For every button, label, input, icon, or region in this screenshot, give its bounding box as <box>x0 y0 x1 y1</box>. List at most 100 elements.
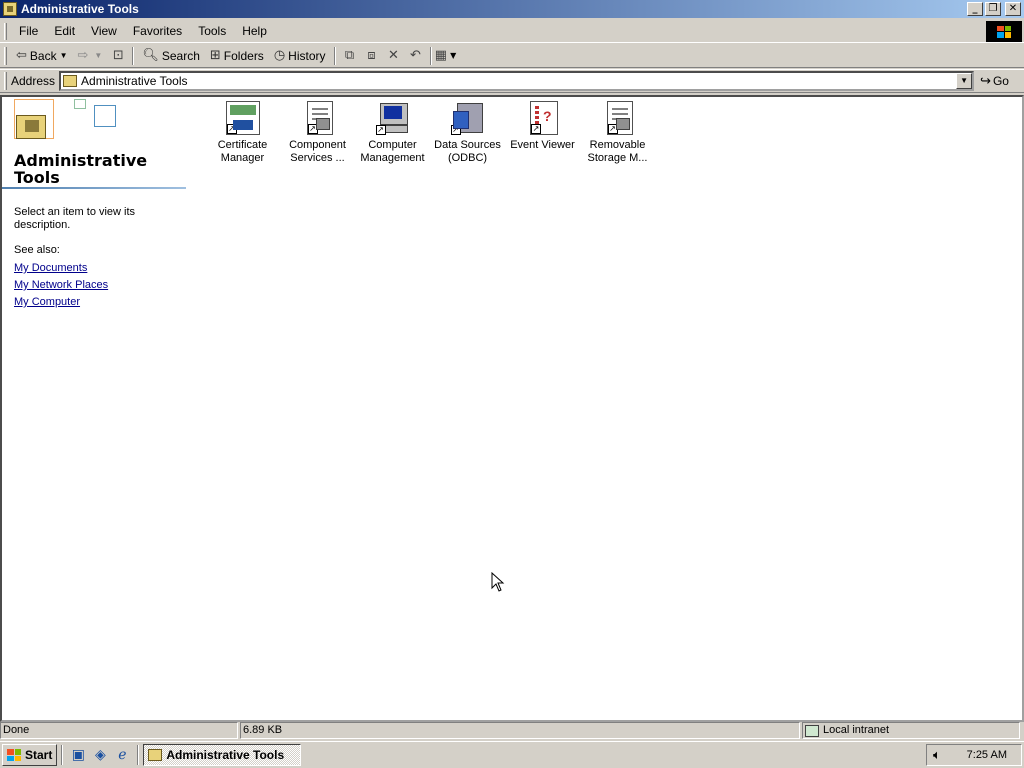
item-label: Component Services ... <box>289 139 346 164</box>
item-label: Data Sources (ODBC) <box>434 139 501 164</box>
menu-tools[interactable]: Tools <box>190 24 234 38</box>
minimize-button[interactable]: _ <box>967 2 983 16</box>
admin-tools-folder-icon <box>16 115 46 139</box>
pane-description: Select an item to view its description. <box>14 206 136 231</box>
address-input[interactable]: Administrative Tools ▼ <box>59 71 975 91</box>
menu-favorites[interactable]: Favorites <box>125 24 190 38</box>
views-dropdown-icon[interactable]: ▼ <box>450 51 456 60</box>
windows-flag-icon <box>7 749 21 761</box>
go-label: Go <box>992 74 1009 88</box>
see-also-links: My Documents My Network Places My Comput… <box>14 260 108 311</box>
toolbar-separator <box>132 46 135 65</box>
search-icon: 🔍︎ <box>142 48 159 63</box>
odbc-icon: ↗ <box>450 101 485 135</box>
pane-title: Administrative Tools <box>14 151 148 187</box>
status-size: 6.89 KB <box>240 722 800 739</box>
move-to-icon[interactable]: ⧉ <box>339 45 361 67</box>
forward-dropdown-icon[interactable]: ▼ <box>94 51 102 60</box>
toolbar-separator <box>333 46 336 65</box>
item-certificate-manager[interactable]: ↗ Certificate Manager <box>205 101 280 165</box>
menu-edit[interactable]: Edit <box>46 24 83 38</box>
address-value: Administrative Tools <box>81 74 188 88</box>
folder-icon <box>148 749 163 761</box>
forward-button[interactable]: ⇨ ▼ <box>73 45 108 67</box>
history-icon: ◷ <box>273 48 286 63</box>
task-button-administrative-tools[interactable]: Administrative Tools <box>143 744 302 766</box>
item-label: Certificate Manager <box>217 139 268 164</box>
start-button[interactable]: Start <box>2 744 58 766</box>
certificate-icon: ↗ <box>225 101 260 135</box>
go-button[interactable]: ↪ Go <box>980 74 1009 89</box>
zone-label: Local intranet <box>823 724 890 736</box>
explorer-quicklaunch-icon[interactable]: ◈ <box>91 746 109 764</box>
taskbar-separator <box>61 745 64 765</box>
history-button[interactable]: ◷ History <box>269 45 331 67</box>
link-my-documents[interactable]: My Documents <box>14 260 108 277</box>
copy-to-icon[interactable]: ⧈ <box>361 45 383 67</box>
close-button[interactable]: ✕ <box>1005 2 1021 16</box>
task-label: Administrative Tools <box>166 748 285 762</box>
status-bar: Done 6.89 KB Local intranet <box>0 722 1024 740</box>
folders-icon: ⊞ <box>209 48 221 63</box>
internet-explorer-icon[interactable]: ℯ <box>113 746 131 764</box>
folder-view[interactable]: Administrative Tools Select an item to v… <box>0 95 1024 722</box>
toolbar-grip[interactable] <box>4 46 7 65</box>
menu-grip[interactable] <box>4 22 7 40</box>
link-my-computer[interactable]: My Computer <box>14 294 108 311</box>
computer-management-icon: ↗ <box>375 101 410 135</box>
folder-icon <box>63 75 78 87</box>
menu-file[interactable]: File <box>11 24 46 38</box>
folder-tools-icon <box>3 2 17 16</box>
restore-button[interactable]: ❐ <box>985 2 1001 16</box>
taskbar: Start ▣ ◈ ℯ Administrative Tools 🔈︎ 7:25… <box>0 741 1024 768</box>
item-computer-management[interactable]: ↗ Computer Management <box>355 101 430 165</box>
delete-icon[interactable]: ✕ <box>383 45 405 67</box>
undo-icon[interactable]: ↶ <box>405 45 427 67</box>
item-label: Removable Storage M... <box>587 139 648 164</box>
show-desktop-icon[interactable]: ▣ <box>69 746 87 764</box>
menu-help[interactable]: Help <box>234 24 275 38</box>
history-label: History <box>288 48 326 63</box>
address-grip[interactable] <box>4 72 7 90</box>
item-component-services[interactable]: ↗ Component Services ... <box>280 101 355 165</box>
removable-storage-icon: ↗ <box>606 101 633 135</box>
clock[interactable]: 7:25 AM <box>967 749 1007 761</box>
search-button[interactable]: 🔍︎ Search <box>137 45 205 67</box>
back-dropdown-icon[interactable]: ▼ <box>60 51 68 60</box>
item-label: Computer Management <box>360 139 425 164</box>
menu-view[interactable]: View <box>83 24 125 38</box>
volume-icon[interactable]: 🔈︎ <box>933 748 941 763</box>
folder-watermark <box>2 97 132 149</box>
folders-label: Folders <box>223 48 264 63</box>
start-label: Start <box>25 748 53 762</box>
go-arrow-icon: ↪ <box>980 73 991 89</box>
address-bar: Address Administrative Tools ▼ ↪ Go <box>0 69 1024 93</box>
windows-logo-icon <box>986 21 1022 42</box>
up-folder-icon[interactable]: ⊡ <box>107 45 129 67</box>
back-label: Back <box>29 48 57 63</box>
icon-grid: ↗ Certificate Manager ↗ Component Servic… <box>205 101 655 165</box>
folders-button[interactable]: ⊞ Folders <box>205 45 269 67</box>
address-label: Address <box>11 74 56 88</box>
pane-divider <box>2 187 186 189</box>
views-icon[interactable]: ▦ ▼ <box>435 45 457 67</box>
title-bar: Administrative Tools _ ❐ ✕ <box>0 0 1024 18</box>
address-dropdown-icon[interactable]: ▼ <box>956 73 973 89</box>
back-button[interactable]: ⇦ Back ▼ <box>11 45 73 67</box>
menu-bar: File Edit View Favorites Tools Help <box>0 20 1024 43</box>
event-viewer-icon: ↗ <box>530 101 558 135</box>
window-title: Administrative Tools <box>21 2 139 16</box>
intranet-zone-icon <box>805 724 819 737</box>
item-label: Event Viewer <box>510 139 575 151</box>
web-view-pane: Administrative Tools Select an item to v… <box>2 97 192 720</box>
status-zone: Local intranet <box>802 722 1020 739</box>
back-arrow-icon: ⇦ <box>16 48 27 63</box>
standard-toolbar: ⇦ Back ▼ ⇨ ▼ ⊡ 🔍︎ Search ⊞ Folders ◷ His… <box>0 44 1024 68</box>
item-removable-storage[interactable]: ↗ Removable Storage M... <box>580 101 655 165</box>
see-also-label: See also: <box>14 244 60 256</box>
forward-arrow-icon: ⇨ <box>77 48 89 63</box>
item-data-sources-odbc[interactable]: ↗ Data Sources (ODBC) <box>430 101 505 165</box>
system-tray: 🔈︎ 7:25 AM <box>926 744 1022 766</box>
item-event-viewer[interactable]: ↗ Event Viewer <box>505 101 580 165</box>
link-my-network-places[interactable]: My Network Places <box>14 277 108 294</box>
